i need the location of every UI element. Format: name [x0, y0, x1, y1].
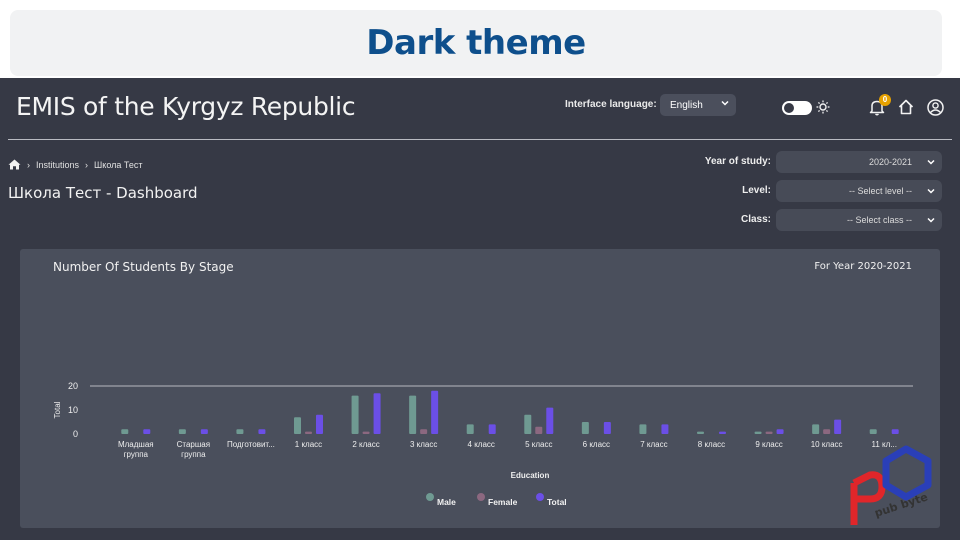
bar-total	[834, 419, 842, 434]
legend-marker-female	[477, 493, 485, 501]
app-title: EMIS of the Kyrgyz Republic	[16, 92, 356, 121]
bar-total	[776, 429, 784, 434]
bar-female	[420, 429, 428, 434]
y-tick-label: 20	[68, 381, 78, 391]
bar-male	[869, 429, 877, 434]
language-select[interactable]: English	[660, 94, 736, 116]
chevron-down-icon	[927, 217, 935, 223]
legend-marker-male	[426, 493, 434, 501]
legend-label-male: Male	[437, 497, 456, 507]
bar-total	[661, 424, 669, 434]
bar-total	[316, 414, 323, 434]
x-tick-label: группа	[181, 450, 206, 459]
breadcrumb-separator: ›	[27, 159, 30, 170]
home-icon[interactable]	[8, 159, 21, 170]
breadcrumb-separator: ›	[85, 159, 89, 170]
x-tick-label: Подготовит...	[227, 440, 275, 449]
students-bar-chart: 01020TotalМладшаягруппаСтаршаягруппаПодг…	[53, 381, 913, 507]
class-value: -- Select class --	[846, 215, 912, 225]
theme-banner: Dark theme	[10, 10, 942, 76]
level-select[interactable]: -- Select level --	[776, 180, 942, 202]
x-tick-label: Младшая	[118, 440, 154, 449]
bar-female	[362, 431, 370, 434]
bar-male	[121, 429, 129, 434]
y-tick-label: 10	[68, 405, 78, 415]
sun-icon	[816, 100, 830, 114]
bar-female	[823, 429, 831, 434]
level-value: -- Select level --	[848, 186, 912, 196]
chevron-down-icon	[927, 159, 935, 165]
language-label: Interface language:	[565, 99, 657, 110]
bar-male	[466, 424, 474, 434]
bar-total	[719, 431, 726, 434]
x-tick-label: 3 класс	[410, 440, 437, 449]
x-tick-label: Старшая	[177, 440, 210, 449]
user-icon[interactable]	[927, 99, 944, 116]
bar-total	[488, 424, 496, 434]
x-tick-label: 2 класс	[352, 440, 379, 449]
breadcrumb: › Institutions › Школа Тест	[8, 159, 149, 170]
bar-female	[535, 426, 543, 434]
x-tick-label: 6 класс	[583, 440, 610, 449]
breadcrumb-school: Школа Тест	[94, 159, 143, 170]
bar-total	[603, 422, 611, 434]
bar-total	[373, 393, 381, 434]
bar-total	[200, 429, 208, 434]
legend-label-female: Female	[488, 497, 518, 507]
bar-male	[581, 422, 589, 434]
legend-marker-total	[536, 493, 544, 501]
bar-female	[305, 431, 312, 434]
x-tick-label: 1 класс	[295, 440, 322, 449]
bar-male	[639, 424, 647, 434]
year-select[interactable]: 2020-2021	[776, 151, 942, 173]
class-select[interactable]: -- Select class --	[776, 209, 942, 231]
bar-male	[524, 414, 532, 434]
chevron-down-icon	[927, 188, 935, 194]
x-tick-label: 5 класс	[525, 440, 552, 449]
theme-toggle[interactable]	[782, 101, 812, 115]
x-axis-label: Education	[511, 471, 550, 480]
year-value: 2020-2021	[868, 157, 912, 167]
bar-male	[351, 395, 359, 434]
app-window: EMIS of the Kyrgyz Republic Interface la…	[0, 78, 960, 540]
bar-total	[546, 407, 554, 434]
legend-label-total: Total	[547, 497, 567, 507]
bar-total	[143, 429, 151, 434]
x-tick-label: 4 класс	[468, 440, 495, 449]
x-tick-label: 10 класс	[811, 440, 843, 449]
chevron-down-icon	[721, 100, 729, 106]
bar-male	[178, 429, 186, 434]
bar-total	[891, 429, 899, 434]
y-tick-label: 0	[73, 429, 78, 439]
x-tick-label: группа	[124, 450, 149, 459]
page-title: Школа Тест - Dashboard	[8, 184, 198, 202]
bar-male	[236, 429, 244, 434]
year-label: Year of study:	[704, 156, 771, 167]
bar-male	[697, 431, 704, 434]
x-tick-label: 7 класс	[640, 440, 667, 449]
bar-male	[409, 395, 417, 434]
home-icon[interactable]	[897, 98, 915, 116]
toggle-knob	[784, 103, 794, 113]
bar-total	[431, 390, 439, 434]
x-tick-label: 9 класс	[755, 440, 782, 449]
x-tick-label: 8 класс	[698, 440, 725, 449]
breadcrumb-institutions[interactable]: Institutions	[36, 160, 79, 170]
pubnbyte-logo: pub byte	[850, 445, 932, 525]
bar-female	[765, 431, 773, 434]
bar-male	[754, 431, 762, 434]
class-label: Class:	[740, 214, 771, 225]
bar-total	[258, 429, 266, 434]
banner-title: Dark theme	[366, 23, 586, 63]
bar-male	[294, 417, 301, 434]
header-divider	[8, 139, 952, 140]
students-by-stage-card: Number Of Students By Stage For Year 202…	[20, 249, 940, 528]
language-value: English	[670, 99, 703, 111]
notification-badge: 0	[879, 94, 891, 106]
y-axis-label: Total	[53, 401, 62, 418]
bar-male	[812, 424, 820, 434]
level-label: Level:	[742, 185, 771, 196]
